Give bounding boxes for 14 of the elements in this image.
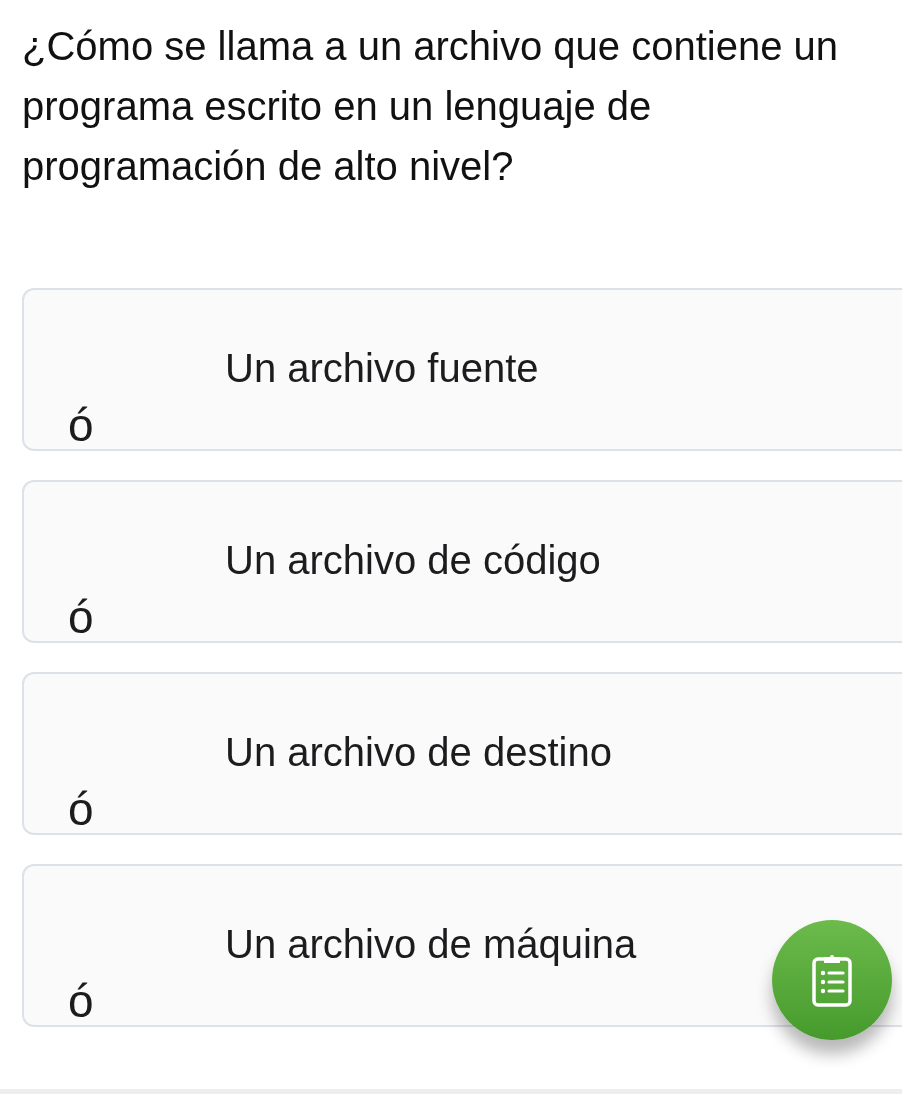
clipboard-list-icon: [812, 953, 852, 1007]
option-marker: ó: [68, 402, 94, 448]
option-marker: ó: [68, 978, 94, 1024]
answer-option[interactable]: Un archivo de destino ó: [22, 672, 902, 835]
option-marker: ó: [68, 786, 94, 832]
option-text: Un archivo fuente: [225, 345, 539, 391]
option-marker: ó: [68, 594, 94, 640]
answer-option[interactable]: Un archivo fuente ó: [22, 288, 902, 451]
answer-option[interactable]: Un archivo de máquina ó: [22, 864, 902, 1027]
option-text: Un archivo de máquina: [225, 921, 637, 967]
option-text: Un archivo de destino: [225, 729, 612, 775]
question-text: ¿Cómo se llama a un archivo que contiene un programa escrito en un lenguaje de programación de alto nivel?: [22, 23, 839, 190]
answer-option[interactable]: Un archivo de código ó: [22, 480, 902, 643]
option-text: Un archivo de código: [225, 537, 601, 583]
